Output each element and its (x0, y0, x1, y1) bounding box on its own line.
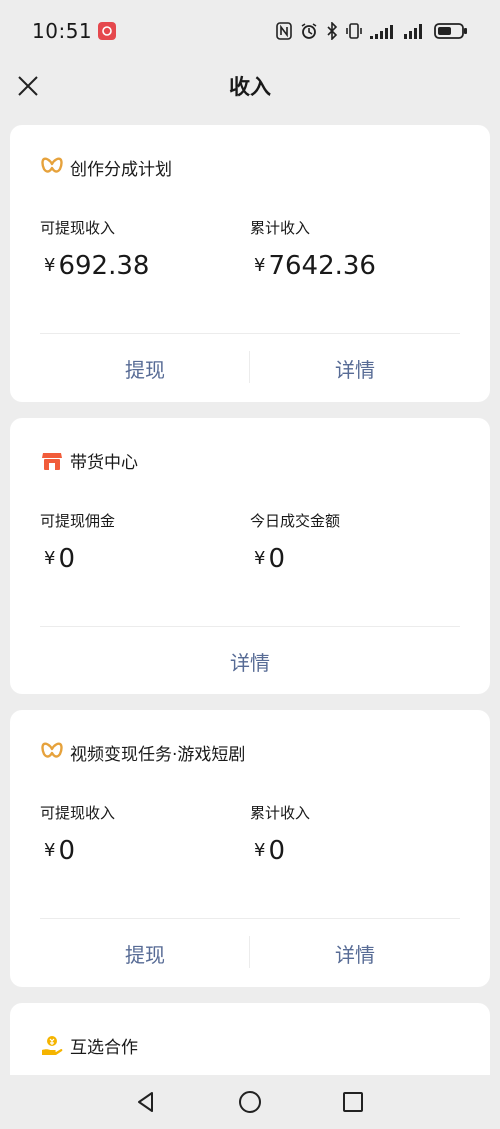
amount: 0 (58, 544, 75, 574)
card-header: 互选合作 (40, 1033, 138, 1058)
card-video-monetization: 视频变现任务·游戏短剧 可提现收入 累计收入 ¥0 ¥0 提现 详情 (10, 710, 490, 987)
divider (40, 333, 460, 334)
withdraw-button[interactable]: 提现 (40, 939, 250, 968)
currency-symbol: ¥ (44, 548, 56, 569)
bluetooth-icon (327, 22, 338, 40)
hand-coin-icon (42, 1035, 63, 1055)
card-title: 带货中心 (70, 453, 138, 473)
detail-button[interactable]: 详情 (250, 354, 460, 383)
total-income-value: ¥7642.36 (254, 251, 376, 281)
nav-bar: 收入 (0, 62, 500, 110)
currency-symbol: ¥ (254, 548, 266, 569)
card-title: 创作分成计划 (70, 160, 172, 180)
total-income-label: 累计收入 (250, 804, 311, 822)
butterfly-icon (41, 742, 63, 758)
withdraw-button[interactable]: 提现 (40, 354, 250, 383)
withdrawable-income-value: ¥692.38 (44, 251, 149, 281)
status-bar: 10:51 (0, 0, 500, 62)
card-creator-revenue: 创作分成计划 可提现收入 累计收入 ¥692.38 ¥7642.36 提现 详情 (10, 125, 490, 402)
card-header: 创作分成计划 (40, 155, 172, 180)
amount: 0 (58, 836, 75, 866)
close-icon[interactable] (14, 72, 42, 100)
signal-icon-1 (370, 25, 393, 39)
currency-symbol: ¥ (254, 255, 266, 276)
shop-icon (42, 452, 62, 470)
card-title: 视频变现任务·游戏短剧 (70, 745, 246, 765)
withdrawable-income-value: ¥0 (44, 836, 75, 866)
currency-symbol: ¥ (254, 840, 266, 861)
amount: 692.38 (58, 251, 150, 281)
nfc-icon (276, 22, 292, 40)
divider (40, 626, 460, 627)
alarm-icon (301, 23, 317, 39)
amount: 0 (268, 544, 285, 574)
card-sales-center: 带货中心 可提现佣金 今日成交金额 ¥0 ¥0 详情 (10, 418, 490, 694)
currency-symbol: ¥ (44, 255, 56, 276)
card-header: 带货中心 (40, 448, 138, 473)
amount: 7642.36 (268, 251, 376, 281)
battery-icon (434, 23, 467, 39)
home-icon[interactable] (236, 1088, 264, 1116)
card-header: 视频变现任务·游戏短剧 (40, 740, 245, 765)
amount: 0 (268, 836, 285, 866)
detail-button[interactable]: 详情 (250, 939, 460, 968)
today-gmv-value: ¥0 (254, 544, 285, 574)
withdrawable-income-label: 可提现收入 (40, 804, 116, 822)
divider (40, 918, 460, 919)
recent-apps-icon[interactable] (339, 1088, 367, 1116)
vibrate-icon (346, 23, 362, 39)
butterfly-icon (41, 157, 63, 173)
currency-symbol: ¥ (44, 840, 56, 861)
page-title: 收入 (229, 75, 271, 99)
total-income-label: 累计收入 (250, 219, 311, 237)
status-icons (276, 22, 468, 40)
total-income-value: ¥0 (254, 836, 285, 866)
signal-icon-2 (404, 24, 422, 39)
app-notification-icon (98, 22, 117, 40)
back-icon[interactable] (132, 1088, 160, 1116)
detail-button[interactable]: 详情 (145, 647, 355, 676)
withdrawable-income-label: 可提现收入 (40, 219, 116, 237)
card-title: 互选合作 (70, 1038, 138, 1058)
system-nav-bar (0, 1075, 500, 1129)
status-time: 10:51 (32, 19, 93, 43)
withdrawable-commission-label: 可提现佣金 (40, 512, 116, 530)
withdrawable-commission-value: ¥0 (44, 544, 75, 574)
today-gmv-label: 今日成交金额 (250, 512, 341, 530)
